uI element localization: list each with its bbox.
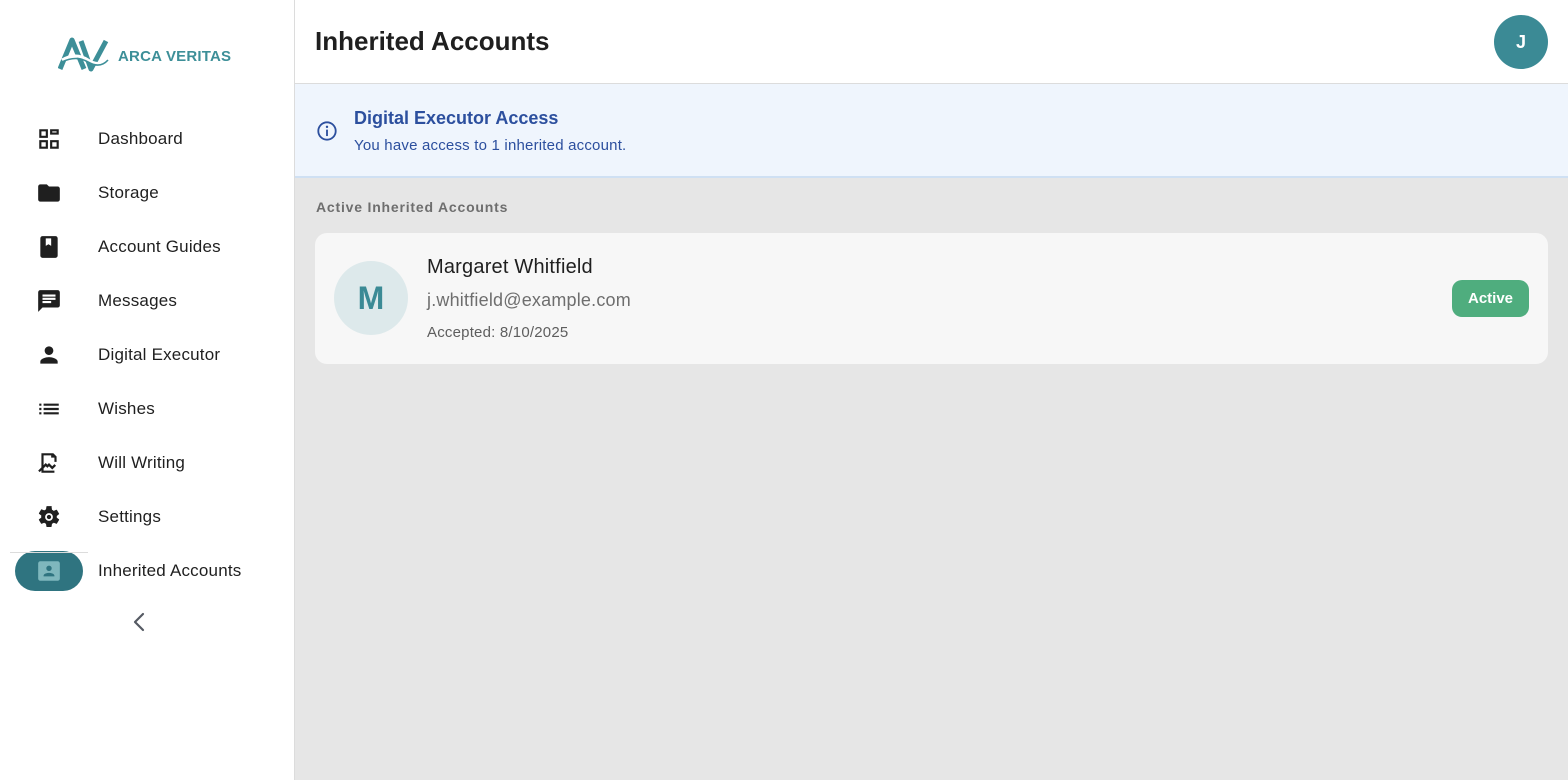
sidebar-item-account-guides[interactable]: Account Guides bbox=[0, 220, 294, 274]
sidebar-item-settings[interactable]: Settings bbox=[0, 490, 294, 544]
contact-card-icon bbox=[15, 551, 83, 591]
banner-text: You have access to 1 inherited account. bbox=[354, 137, 627, 154]
dashboard-icon bbox=[15, 119, 83, 159]
account-avatar: M bbox=[334, 261, 408, 335]
book-icon bbox=[15, 227, 83, 267]
sidebar-item-label: Settings bbox=[98, 507, 162, 526]
sidebar-item-label: Dashboard bbox=[98, 129, 183, 148]
folder-icon bbox=[15, 173, 83, 213]
executor-access-banner: Digital Executor Access You have access … bbox=[295, 84, 1568, 178]
user-avatar-button[interactable]: J bbox=[1494, 15, 1548, 69]
sidebar-item-label: Will Writing bbox=[98, 453, 186, 472]
arca-veritas-logo-icon bbox=[58, 37, 110, 72]
banner-title: Digital Executor Access bbox=[354, 108, 559, 128]
person-icon bbox=[15, 335, 83, 375]
top-bar: Inherited Accounts J bbox=[295, 0, 1568, 84]
sidebar-item-label: Messages bbox=[98, 291, 178, 310]
sidebar-item-label: Digital Executor bbox=[98, 345, 221, 364]
brand[interactable]: ARCA VERITAS bbox=[58, 36, 231, 76]
section-label: Active Inherited Accounts bbox=[316, 199, 509, 215]
sidebar-item-label: Storage bbox=[98, 183, 159, 202]
collapse-sidebar-button[interactable] bbox=[122, 604, 158, 640]
sidebar-item-messages[interactable]: Messages bbox=[0, 274, 294, 328]
nav-divider bbox=[10, 552, 88, 553]
status-badge: Active bbox=[1452, 280, 1529, 317]
account-email: j.whitfield@example.com bbox=[427, 290, 631, 310]
sidebar-item-will-writing[interactable]: Will Writing bbox=[0, 436, 294, 490]
account-accepted-date: Accepted: 8/10/2025 bbox=[427, 324, 569, 341]
sidebar: ARCA VERITAS Dashboard Storage Account G… bbox=[0, 0, 295, 780]
info-icon bbox=[317, 121, 337, 141]
brand-name: ARCA VERITAS bbox=[118, 47, 232, 65]
list-icon bbox=[15, 389, 83, 429]
inherited-account-card[interactable]: M Margaret Whitfield j.whitfield@example… bbox=[315, 233, 1548, 364]
sidebar-item-digital-executor[interactable]: Digital Executor bbox=[0, 328, 294, 382]
sidebar-item-label: Wishes bbox=[98, 399, 155, 418]
account-name: Margaret Whitfield bbox=[427, 256, 593, 278]
sidebar-nav: Dashboard Storage Account Guides Message… bbox=[0, 112, 294, 598]
chevron-left-icon bbox=[133, 612, 145, 632]
sidebar-item-label: Account Guides bbox=[98, 237, 221, 256]
message-icon bbox=[15, 281, 83, 321]
sidebar-item-storage[interactable]: Storage bbox=[0, 166, 294, 220]
sidebar-item-dashboard[interactable]: Dashboard bbox=[0, 112, 294, 166]
signature-icon bbox=[15, 443, 83, 483]
sidebar-item-wishes[interactable]: Wishes bbox=[0, 382, 294, 436]
sidebar-item-label: Inherited Accounts bbox=[98, 561, 242, 580]
page-title: Inherited Accounts bbox=[315, 26, 550, 56]
gear-icon bbox=[15, 497, 83, 537]
